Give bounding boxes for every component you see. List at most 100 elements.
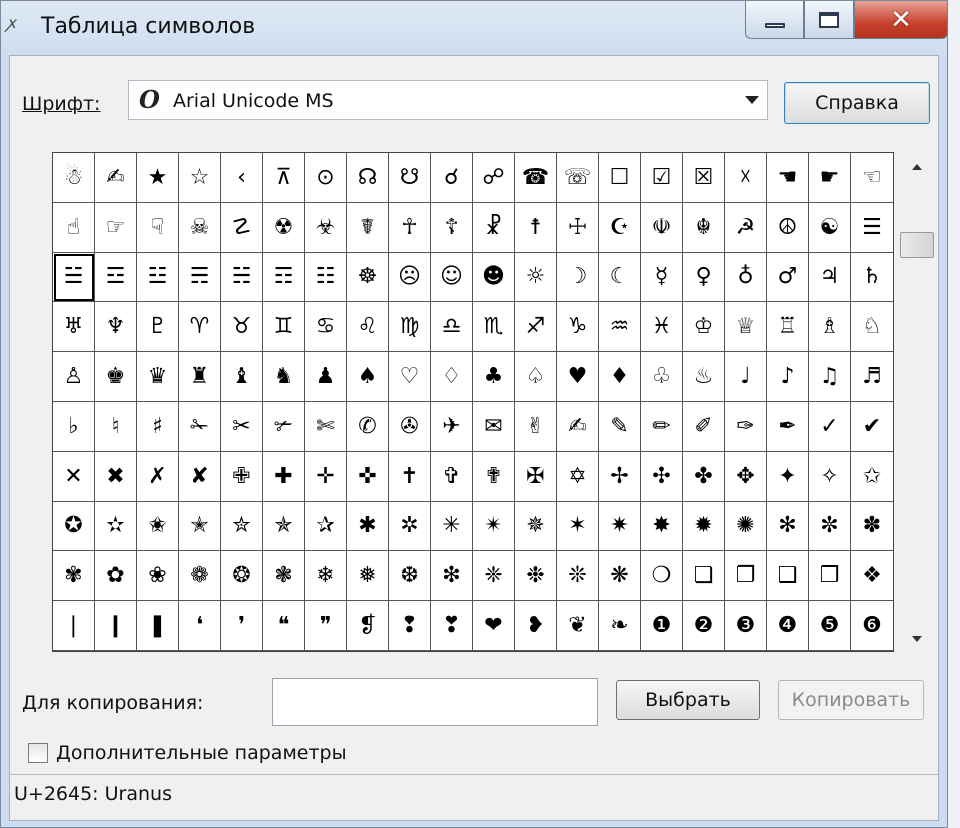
character-cell[interactable]: ✼	[809, 501, 851, 552]
character-cell[interactable]: ❋	[599, 551, 641, 602]
character-cell[interactable]: ✩	[851, 452, 893, 502]
character-cell[interactable]: ✍	[557, 401, 599, 452]
character-cell[interactable]: ❙	[95, 601, 137, 651]
title-bar[interactable]: ꭗ Таблица символов ✕	[1, 1, 948, 55]
character-cell[interactable]: ☃	[53, 153, 95, 203]
character-cell[interactable]: ♋	[305, 302, 347, 353]
character-cell[interactable]: ✖	[95, 451, 137, 502]
character-cell[interactable]: ☞	[95, 202, 137, 253]
character-cell[interactable]: ☨	[515, 202, 557, 253]
character-cell[interactable]: ☱	[53, 252, 95, 303]
character-cell[interactable]: ✛	[305, 451, 347, 502]
character-cell[interactable]: ♮	[95, 401, 137, 452]
character-cell[interactable]: ✽	[851, 502, 893, 552]
character-cell[interactable]: ❍	[641, 551, 683, 602]
scrollbar-thumb[interactable]	[900, 232, 934, 258]
character-cell[interactable]: ♟	[305, 352, 347, 402]
character-cell[interactable]: ✵	[515, 501, 557, 552]
character-cell[interactable]: ☦	[431, 202, 473, 253]
character-cell[interactable]: ☌	[431, 153, 473, 203]
character-cell[interactable]: ♢	[431, 352, 473, 402]
character-cell[interactable]: ☓	[725, 153, 767, 203]
character-cell[interactable]: ❆	[389, 551, 431, 602]
character-cell[interactable]: ☬	[683, 202, 725, 253]
character-cell[interactable]: ✐	[683, 401, 725, 452]
character-cell[interactable]: ✶	[557, 501, 599, 552]
character-cell[interactable]: ❑	[767, 551, 809, 602]
character-cell[interactable]: ☶	[263, 252, 305, 303]
character-cell[interactable]: ❣	[431, 601, 473, 651]
character-cell[interactable]: ❁	[179, 551, 221, 602]
maximize-button[interactable]	[804, 1, 854, 39]
character-cell[interactable]: ♁	[725, 252, 767, 303]
character-cell[interactable]: ✏	[641, 401, 683, 452]
character-cell[interactable]: ☮	[767, 202, 809, 253]
character-cell[interactable]: ❚	[137, 601, 179, 651]
character-cell[interactable]: ♕	[725, 302, 767, 353]
character-cell[interactable]: ✬	[137, 501, 179, 552]
character-cell[interactable]: ☫	[641, 202, 683, 253]
character-cell[interactable]: ✢	[599, 451, 641, 502]
character-cell[interactable]: ☍	[473, 153, 515, 203]
character-cell[interactable]: ♔	[683, 302, 725, 353]
character-cell[interactable]: ☜	[851, 153, 893, 203]
character-cell[interactable]: ❀	[137, 551, 179, 602]
character-cell[interactable]: ♡	[389, 352, 431, 402]
copy-button[interactable]: Копировать	[778, 680, 924, 720]
character-cell[interactable]: ✁	[179, 401, 221, 452]
character-cell[interactable]: ✱	[347, 501, 389, 552]
character-cell[interactable]: ☻	[473, 252, 515, 303]
character-cell[interactable]: ⊼	[263, 153, 305, 203]
character-cell[interactable]: ✳	[431, 501, 473, 552]
character-cell[interactable]: ♘	[851, 302, 893, 353]
character-cell[interactable]: ☹	[389, 252, 431, 303]
character-cell[interactable]: ✎	[599, 401, 641, 452]
character-cell[interactable]: ♛	[137, 352, 179, 402]
character-cell[interactable]: ☤	[347, 202, 389, 253]
character-cell[interactable]: ☚	[767, 153, 809, 203]
character-cell[interactable]: ✻	[767, 501, 809, 552]
character-cell[interactable]: ✿	[95, 551, 137, 602]
grid-scrollbar[interactable]	[900, 152, 934, 652]
character-cell[interactable]: ❷	[683, 601, 725, 651]
character-cell[interactable]: ♃	[809, 252, 851, 303]
advanced-options[interactable]: Дополнительные параметры	[28, 742, 347, 764]
character-cell[interactable]: ✟	[473, 451, 515, 502]
character-cell[interactable]: ☛	[809, 153, 851, 203]
character-cell[interactable]: ☧	[473, 202, 515, 253]
character-cell[interactable]: ❤	[473, 601, 515, 651]
character-cell[interactable]: ★	[137, 153, 179, 203]
character-cell[interactable]: ♬	[851, 352, 893, 402]
character-cell[interactable]: ❜	[221, 601, 263, 651]
character-cell[interactable]: ❏	[683, 551, 725, 602]
character-cell[interactable]: ♍	[389, 302, 431, 353]
advanced-options-checkbox[interactable]	[28, 743, 48, 763]
character-cell[interactable]: ✷	[599, 501, 641, 552]
character-cell[interactable]: ✕	[53, 451, 95, 502]
character-cell[interactable]: ☪	[599, 202, 641, 253]
character-cell[interactable]: ♙	[53, 352, 95, 402]
font-select[interactable]: O Arial Unicode MS	[128, 80, 768, 120]
character-cell[interactable]: ❧	[599, 601, 641, 651]
character-cell[interactable]: ❦	[557, 601, 599, 651]
character-cell[interactable]: ♉	[221, 302, 263, 353]
character-cell[interactable]: ✾	[53, 551, 95, 602]
character-cell[interactable]: ✴	[473, 501, 515, 552]
character-grid[interactable]: ☃ ✍ ★ ☆ ‹ ⊼ ⊙ ☊ ☋ ☌ ☍ ☎ ☏ ☐ ☑ ☒ ☓ ☚ ☛ ☜ ☝ ☞ ☟ ☠ ☡ ☢ ☣ ☤ ☥ ☦ ☧ ☨ ☩ ☪ ☫ ☬ ☭ ☮ ☯ ☰…	[52, 152, 894, 652]
character-cell[interactable]: ☟	[137, 202, 179, 253]
character-cell[interactable]: ♤	[515, 352, 557, 402]
character-cell[interactable]: ✓	[809, 401, 851, 452]
character-cell[interactable]: ♜	[179, 352, 221, 402]
character-cell[interactable]: ♫	[809, 352, 851, 402]
character-cell[interactable]: ☼	[515, 252, 557, 303]
character-cell[interactable]: ♦	[599, 352, 641, 402]
character-cell[interactable]: ☸	[347, 252, 389, 303]
character-cell[interactable]: ♖	[767, 302, 809, 353]
character-cell[interactable]: ❇	[431, 551, 473, 602]
character-cell[interactable]: ✑	[725, 401, 767, 452]
character-cell[interactable]: ♐	[515, 302, 557, 353]
character-cell[interactable]: ✺	[725, 501, 767, 552]
character-cell[interactable]: ☴	[179, 252, 221, 303]
character-cell[interactable]: ❻	[851, 601, 893, 651]
character-cell[interactable]: ✤	[683, 451, 725, 502]
